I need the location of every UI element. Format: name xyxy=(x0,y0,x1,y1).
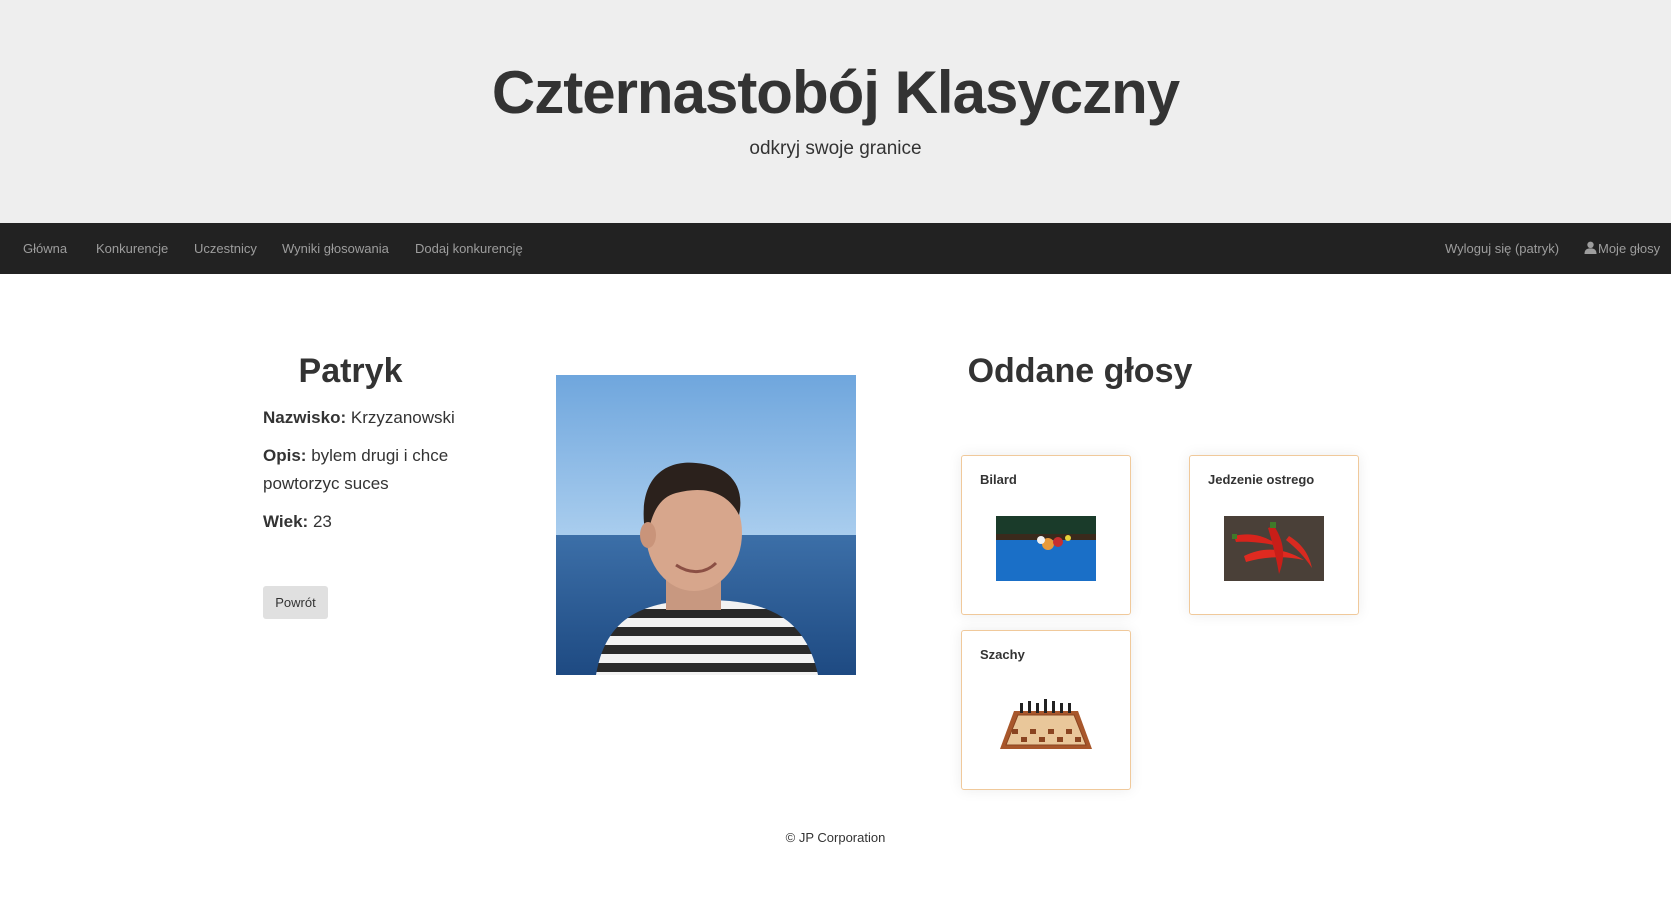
description-field: Opis: bylem drugi i chce powtorzyc suces xyxy=(263,442,493,498)
chessboard-image xyxy=(996,691,1096,756)
header-jumbotron: Czternastobój Klasyczny odkryj swoje gra… xyxy=(0,0,1671,223)
surname-field: Nazwisko: Krzyzanowski xyxy=(263,404,493,432)
nav-my-votes-label: Moje głosy xyxy=(1598,241,1661,256)
nav-add-competition[interactable]: Dodaj konkurencję xyxy=(415,223,523,274)
vote-card-title: Jedzenie ostrego xyxy=(1208,472,1315,487)
nav-my-votes[interactable]: Moje głosy xyxy=(1584,223,1660,274)
surname-label: Nazwisko: xyxy=(263,408,347,427)
vote-card-title: Bilard xyxy=(980,472,1017,487)
nav-home[interactable]: Główna xyxy=(23,223,67,274)
participant-photo xyxy=(556,375,856,675)
nav-participants[interactable]: Uczestnicy xyxy=(194,223,257,274)
back-button[interactable]: Powrót xyxy=(263,586,328,619)
site-title: Czternastobój Klasyczny xyxy=(491,59,1180,126)
navbar: Główna Konkurencje Uczestnicy Wyniki gło… xyxy=(0,223,1671,274)
age-label: Wiek: xyxy=(263,512,309,531)
age-field: Wiek: 23 xyxy=(263,508,493,536)
vote-card-chess[interactable]: Szachy xyxy=(961,630,1131,790)
age-value: 23 xyxy=(312,512,332,531)
surname-value: Krzyzanowski xyxy=(350,408,455,427)
description-label: Opis: xyxy=(263,446,307,465)
footer: © JP Corporation xyxy=(785,830,886,845)
billiards-image xyxy=(996,516,1096,581)
nav-logout[interactable]: Wyloguj się (patryk) xyxy=(1445,223,1559,274)
chili-peppers-image xyxy=(1224,516,1324,581)
nav-voting-results[interactable]: Wyniki głosowania xyxy=(282,223,389,274)
participant-name: Patryk xyxy=(298,352,403,390)
user-icon xyxy=(1584,241,1597,254)
vote-card-chili[interactable]: Jedzenie ostrego xyxy=(1189,455,1359,615)
site-subtitle: odkryj swoje granice xyxy=(749,138,922,159)
vote-card-billiards[interactable]: Bilard xyxy=(961,455,1131,615)
vote-card-title: Szachy xyxy=(980,647,1025,662)
votes-title: Oddane głosy xyxy=(967,352,1193,390)
nav-competitions[interactable]: Konkurencje xyxy=(96,223,168,274)
